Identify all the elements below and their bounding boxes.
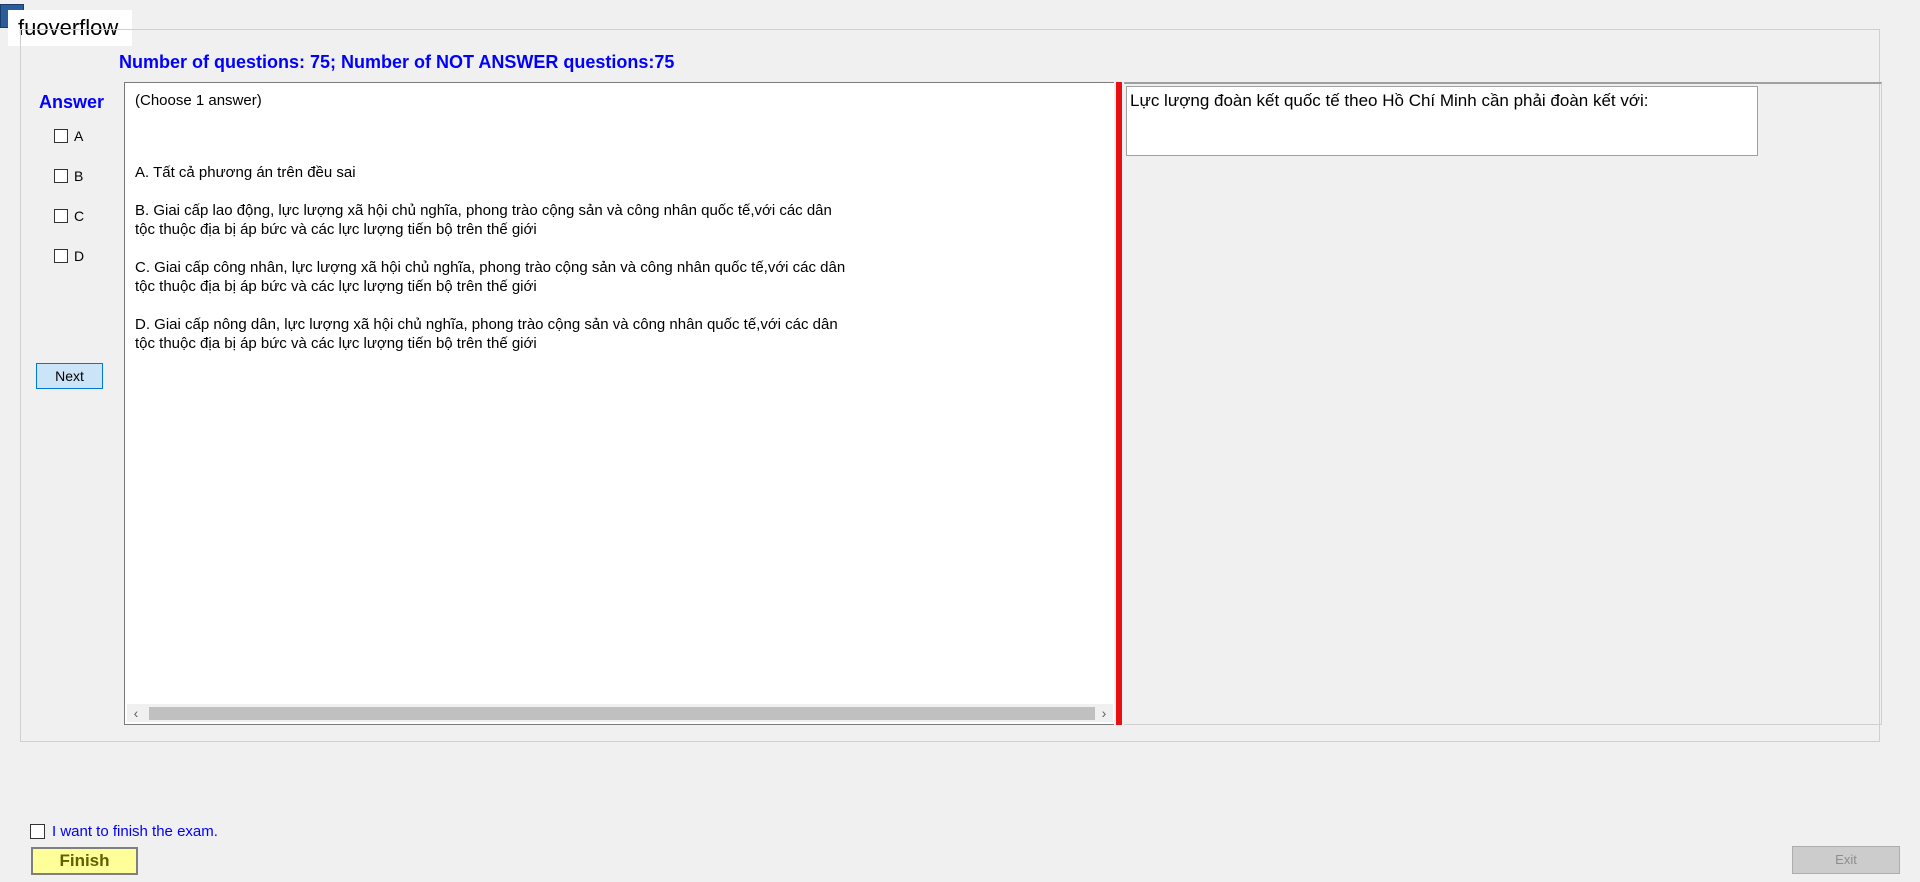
- finish-checkbox-label: I want to finish the exam.: [52, 823, 218, 840]
- option-c[interactable]: C: [54, 206, 84, 226]
- option-d-label: D: [74, 248, 85, 264]
- answer-label: Answer: [39, 92, 105, 112]
- next-button[interactable]: Next: [36, 363, 103, 389]
- question-options-text: (Choose 1 answer) A. Tất cả phương án tr…: [135, 91, 1095, 372]
- option-a[interactable]: A: [54, 126, 83, 146]
- question-stem: Lực lượng đoàn kết quốc tế theo Hồ Chí M…: [1126, 86, 1758, 156]
- finish-button[interactable]: Finish: [31, 847, 138, 875]
- question-count-status: Number of questions: 75; Number of NOT A…: [119, 52, 675, 72]
- checkbox-b[interactable]: [54, 169, 68, 183]
- horizontal-scrollbar[interactable]: ‹ ›: [127, 704, 1113, 722]
- finish-checkbox[interactable]: [30, 824, 45, 839]
- checkbox-c[interactable]: [54, 209, 68, 223]
- checkbox-d[interactable]: [54, 249, 68, 263]
- question-option-b: B. Giai cấp lao động, lực lượng xã hội c…: [135, 202, 832, 238]
- scroll-left-icon[interactable]: ‹: [127, 704, 145, 722]
- panel-splitter[interactable]: [1116, 82, 1122, 725]
- option-b-label: B: [74, 168, 84, 184]
- finish-confirm-checkbox[interactable]: I want to finish the exam.: [30, 823, 218, 840]
- option-c-label: C: [74, 208, 85, 224]
- question-option-a: A. Tất cả phương án trên đều sai: [135, 164, 356, 181]
- question-options-panel[interactable]: (Choose 1 answer) A. Tất cả phương án tr…: [124, 82, 1114, 725]
- question-stem-panel: Lực lượng đoàn kết quốc tế theo Hồ Chí M…: [1124, 82, 1882, 725]
- scroll-right-icon[interactable]: ›: [1095, 704, 1113, 722]
- option-b[interactable]: B: [54, 166, 83, 186]
- checkbox-a[interactable]: [54, 129, 68, 143]
- question-option-c: C. Giai cấp công nhân, lực lượng xã hội …: [135, 259, 846, 295]
- option-d[interactable]: D: [54, 246, 84, 266]
- option-a-label: A: [74, 128, 84, 144]
- scrollbar-thumb[interactable]: [149, 707, 1095, 720]
- choose-instruction: (Choose 1 answer): [135, 92, 262, 109]
- question-option-d: D. Giai cấp nông dân, lực lượng xã hội c…: [135, 316, 838, 352]
- exit-button[interactable]: Exit: [1792, 846, 1900, 874]
